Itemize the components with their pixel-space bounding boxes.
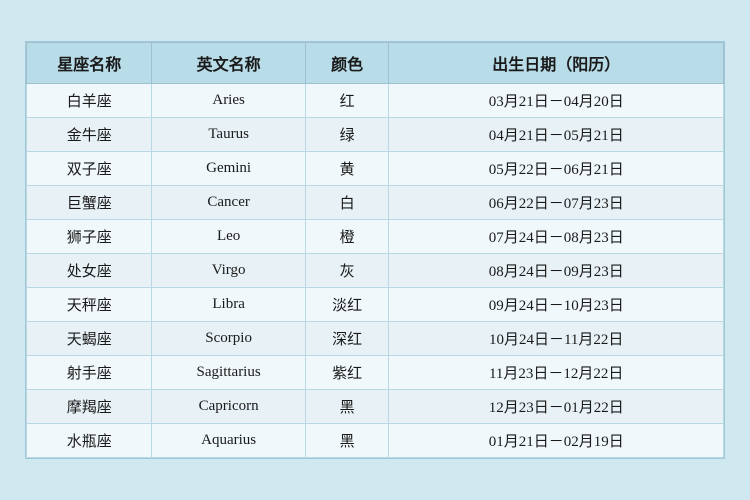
cell-color: 黄 [305, 152, 389, 186]
table-row: 处女座Virgo灰08月24日－09月23日 [27, 254, 724, 288]
cell-color: 灰 [305, 254, 389, 288]
cell-english: Scorpio [152, 322, 305, 356]
cell-english: Sagittarius [152, 356, 305, 390]
table-row: 白羊座Aries红03月21日－04月20日 [27, 84, 724, 118]
table-row: 摩羯座Capricorn黑12月23日－01月22日 [27, 390, 724, 424]
header-date: 出生日期（阳历） [389, 43, 724, 84]
cell-date: 12月23日－01月22日 [389, 390, 724, 424]
cell-english: Leo [152, 220, 305, 254]
cell-date: 04月21日－05月21日 [389, 118, 724, 152]
zodiac-table-container: 星座名称 英文名称 颜色 出生日期（阳历） 白羊座Aries红03月21日－04… [25, 41, 725, 459]
cell-color: 黑 [305, 424, 389, 458]
cell-english: Libra [152, 288, 305, 322]
cell-english: Capricorn [152, 390, 305, 424]
cell-date: 09月24日－10月23日 [389, 288, 724, 322]
cell-chinese: 天蝎座 [27, 322, 152, 356]
header-chinese: 星座名称 [27, 43, 152, 84]
cell-chinese: 双子座 [27, 152, 152, 186]
cell-chinese: 巨蟹座 [27, 186, 152, 220]
cell-date: 11月23日－12月22日 [389, 356, 724, 390]
cell-chinese: 狮子座 [27, 220, 152, 254]
cell-date: 01月21日－02月19日 [389, 424, 724, 458]
table-row: 巨蟹座Cancer白06月22日－07月23日 [27, 186, 724, 220]
cell-chinese: 水瓶座 [27, 424, 152, 458]
cell-date: 05月22日－06月21日 [389, 152, 724, 186]
cell-date: 08月24日－09月23日 [389, 254, 724, 288]
table-row: 金牛座Taurus绿04月21日－05月21日 [27, 118, 724, 152]
header-english: 英文名称 [152, 43, 305, 84]
cell-color: 紫红 [305, 356, 389, 390]
cell-color: 橙 [305, 220, 389, 254]
cell-color: 淡红 [305, 288, 389, 322]
cell-date: 07月24日－08月23日 [389, 220, 724, 254]
table-row: 狮子座Leo橙07月24日－08月23日 [27, 220, 724, 254]
cell-english: Aries [152, 84, 305, 118]
header-color: 颜色 [305, 43, 389, 84]
cell-english: Gemini [152, 152, 305, 186]
cell-date: 10月24日－11月22日 [389, 322, 724, 356]
table-row: 射手座Sagittarius紫红11月23日－12月22日 [27, 356, 724, 390]
cell-chinese: 白羊座 [27, 84, 152, 118]
cell-english: Taurus [152, 118, 305, 152]
table-header-row: 星座名称 英文名称 颜色 出生日期（阳历） [27, 43, 724, 84]
cell-english: Cancer [152, 186, 305, 220]
cell-date: 03月21日－04月20日 [389, 84, 724, 118]
cell-color: 黑 [305, 390, 389, 424]
cell-color: 绿 [305, 118, 389, 152]
cell-color: 深红 [305, 322, 389, 356]
cell-date: 06月22日－07月23日 [389, 186, 724, 220]
table-row: 水瓶座Aquarius黑01月21日－02月19日 [27, 424, 724, 458]
cell-chinese: 处女座 [27, 254, 152, 288]
cell-chinese: 摩羯座 [27, 390, 152, 424]
cell-english: Aquarius [152, 424, 305, 458]
cell-chinese: 射手座 [27, 356, 152, 390]
cell-color: 红 [305, 84, 389, 118]
cell-chinese: 金牛座 [27, 118, 152, 152]
table-row: 天秤座Libra淡红09月24日－10月23日 [27, 288, 724, 322]
cell-color: 白 [305, 186, 389, 220]
table-row: 双子座Gemini黄05月22日－06月21日 [27, 152, 724, 186]
cell-english: Virgo [152, 254, 305, 288]
table-row: 天蝎座Scorpio深红10月24日－11月22日 [27, 322, 724, 356]
zodiac-table: 星座名称 英文名称 颜色 出生日期（阳历） 白羊座Aries红03月21日－04… [26, 42, 724, 458]
cell-chinese: 天秤座 [27, 288, 152, 322]
